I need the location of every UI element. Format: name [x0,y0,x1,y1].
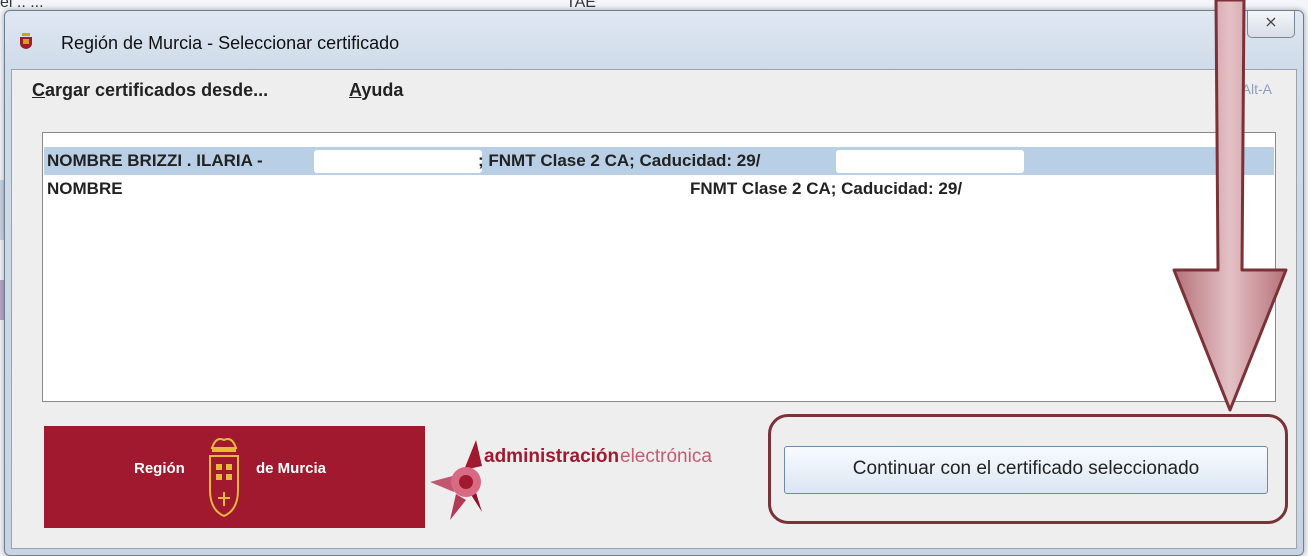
certificate-list[interactable]: NOMBRE BRIZZI . ILARIA - ; FNMT Clase 2 … [42,132,1276,402]
menu-mnemonic: A [349,80,362,100]
title-bar[interactable]: Región de Murcia - Seleccionar certifica… [5,11,1303,71]
certificate-row[interactable]: NOMBRE BRIZZI . ILARIA - ; FNMT Clase 2 … [44,147,1274,175]
background-text: el .. ... [0,0,44,11]
redacted-field [314,150,482,173]
certificate-details: FNMT Clase 2 CA; Caducidad: 29/ [690,179,963,198]
logo-text-left: Región [134,460,185,477]
murcia-crest-icon [20,33,32,49]
background-text: TAE [566,0,596,11]
menu-load-certificates[interactable]: Cargar certificados desde... [32,80,268,101]
window-title: Región de Murcia - Seleccionar certifica… [61,33,400,53]
certificate-name: NOMBRE [47,179,123,198]
menu-label: yuda [361,80,404,100]
region-murcia-logo: Región de Murcia [44,426,425,528]
ae-text-bold: administración [484,446,620,467]
ae-text-light: electrónica [620,446,712,467]
highlight-annotation [768,414,1288,524]
menu-label: argar certificados desde... [45,80,269,100]
certificate-details: ; FNMT Clase 2 CA; Caducidad: 29/ [478,151,761,170]
murcia-shield-icon [209,438,239,518]
redacted-field [836,150,1024,173]
logo-text-right: de Murcia [256,460,327,477]
administracion-electronica-logo: administración electrónica [430,440,774,520]
down-arrow-annotation [1172,0,1288,412]
menu-mnemonic: C [32,80,45,100]
menu-help[interactable]: Ayuda [349,80,403,101]
certificate-row[interactable]: NOMBRE FNMT Clase 2 CA; Caducidad: 29/ [44,175,1274,203]
menu-bar: Cargar certificados desde... Ayuda Alt-A [12,70,1296,110]
certificate-name: NOMBRE BRIZZI . ILARIA - [47,151,263,170]
